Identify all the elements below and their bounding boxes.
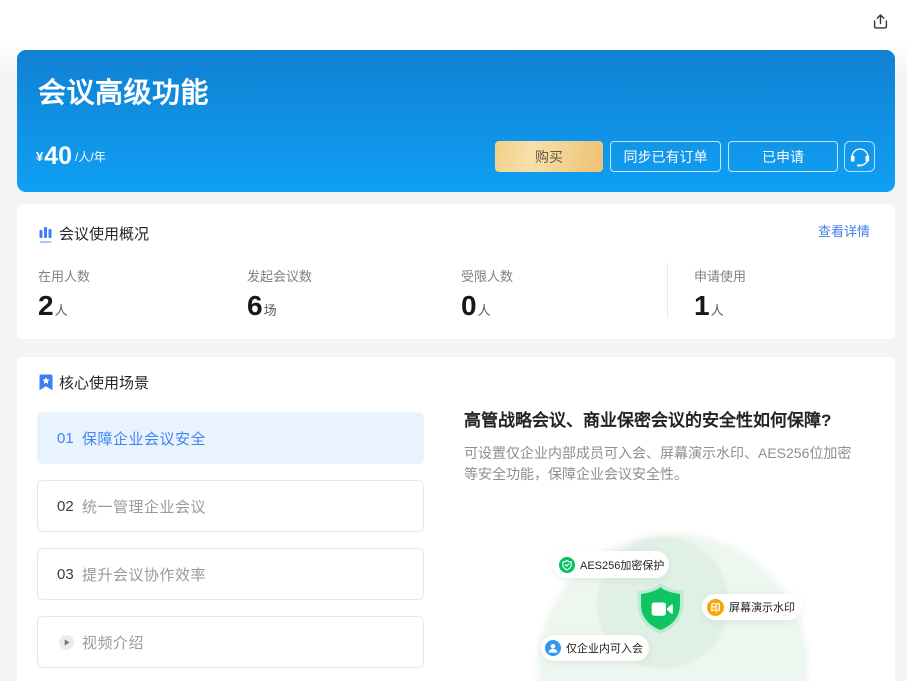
svg-text:印: 印 bbox=[711, 602, 721, 614]
